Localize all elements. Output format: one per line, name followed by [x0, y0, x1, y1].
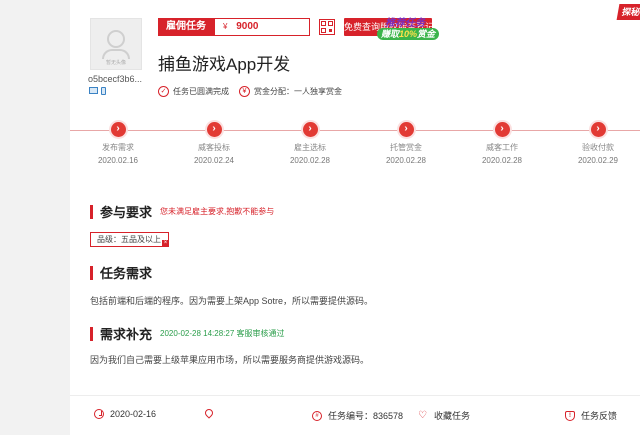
chevron-right-icon: ›	[398, 122, 414, 137]
avatar-caption: 暂无头像	[105, 60, 126, 66]
number-icon: #	[312, 410, 322, 421]
phone-icon	[101, 87, 106, 95]
timeline-step: › 验收付款 2020.02.29	[558, 122, 638, 165]
favorite-task-button[interactable]: ♡ 收藏任务	[418, 409, 470, 422]
promo-line-2: 赚取10%赏金	[377, 28, 440, 40]
timeline-step: › 托管赏金 2020.02.28	[366, 122, 446, 165]
section-marker	[90, 265, 93, 280]
step-label: 雇主选标	[294, 143, 326, 152]
step-date: 2020.02.29	[577, 156, 619, 165]
step-label: 威客工作	[486, 143, 518, 152]
participation-section-header: 参与要求 您未满足雇主要求,抱歉不能参与	[90, 202, 274, 221]
chevron-right-icon: ›	[494, 122, 510, 137]
location	[203, 407, 219, 419]
step-date: 2020.02.28	[481, 156, 523, 165]
chevron-right-icon: ›	[590, 122, 606, 137]
promo-highlight: 10%	[399, 29, 418, 39]
section-marker	[90, 326, 93, 341]
section-title: 任务需求	[100, 266, 153, 281]
avatar[interactable]: 暂无头像	[90, 18, 142, 70]
bounty-distribution: 赏金分配：一人独享赏金	[254, 87, 342, 96]
step-label: 验收付款	[582, 143, 614, 152]
requirements-section-header: 任务需求	[90, 263, 152, 282]
footer-divider	[70, 395, 640, 396]
section-title: 参与要求	[100, 205, 153, 220]
task-number: # 任务编号：836578	[312, 409, 403, 422]
shield-icon: !	[565, 410, 575, 421]
task-status: 任务已圆满完成	[173, 87, 229, 96]
timeline-step: › 威客工作 2020.02.28	[462, 122, 542, 165]
step-label: 发布需求	[102, 143, 134, 152]
task-number-text: 任务编号：836578	[328, 411, 404, 421]
heart-icon: ♡	[418, 409, 427, 421]
step-date: 2020.02.28	[385, 156, 427, 165]
recommend-task-promo[interactable]: 推荐任务 赚取10%赏金	[375, 12, 451, 42]
step-date: 2020.02.16	[97, 156, 139, 165]
check-icon: ✓	[158, 86, 169, 97]
task-type-badge: 雇佣任务	[158, 18, 214, 36]
avatar-head-icon	[107, 29, 125, 48]
section-title: 需求补充	[100, 327, 153, 342]
qr-code-icon[interactable]	[319, 19, 335, 35]
publish-date: 2020-02-16	[94, 409, 156, 419]
timeline-step: › 雇主选标 2020.02.28	[270, 122, 350, 165]
amount-value: 9000	[236, 21, 259, 32]
requirements-text: 包括前端和后端的程序。因为需要上架App Sotre，所以需要提供源码。	[90, 296, 374, 306]
supplement-text: 因为我们自己需要上级苹果应用市场，所以需要服务商提供游戏源码。	[90, 355, 370, 365]
user-name[interactable]: o5bcecf3b6...	[88, 74, 142, 84]
promo-prefix: 赚取	[381, 29, 400, 39]
yen-icon: ¥	[239, 86, 250, 97]
section-marker	[90, 204, 93, 219]
promo-suffix: 赏金	[417, 29, 436, 39]
task-title: 捕鱼游戏App开发	[158, 55, 291, 74]
supplement-section-header: 需求补充 2020-02-28 14:28:27 客服审核通过	[90, 324, 285, 343]
timeline-step: › 发布需求 2020.02.16	[78, 122, 158, 165]
favorite-task-label: 收藏任务	[434, 411, 471, 421]
task-feedback-button[interactable]: ! 任务反馈	[565, 409, 617, 422]
task-amount: ¥ 9000	[214, 18, 310, 36]
avatar-body-icon	[102, 48, 130, 59]
location-pin-icon	[203, 407, 215, 419]
chevron-right-icon: ›	[110, 122, 126, 137]
chevron-right-icon: ›	[206, 122, 222, 137]
clock-icon	[94, 409, 104, 419]
requirement-text: 品级：五品及以上	[97, 235, 161, 244]
promo-line-1: 推荐任务	[385, 18, 425, 29]
task-feedback-label: 任务反馈	[581, 411, 618, 421]
publish-date-text: 2020-02-16	[110, 409, 157, 419]
chevron-right-icon: ›	[302, 122, 318, 137]
participation-warning: 您未满足雇主要求,抱歉不能参与	[160, 207, 275, 216]
requirement-tag: 品级：五品及以上 ×	[90, 232, 169, 247]
step-date: 2020.02.28	[289, 156, 331, 165]
step-label: 托管赏金	[390, 143, 422, 152]
id-card-icon	[89, 87, 98, 94]
verification-icons	[89, 87, 106, 95]
review-status: 2020-02-28 14:28:27 客服审核通过	[160, 329, 285, 338]
explore-ribbon[interactable]: 探秘	[616, 4, 640, 20]
step-label: 威客投标	[198, 143, 230, 152]
currency-symbol: ¥	[223, 22, 228, 31]
timeline-step: › 威客投标 2020.02.24	[174, 122, 254, 165]
close-icon: ×	[162, 240, 169, 247]
task-detail-card: 暂无头像 o5bcecf3b6... 雇佣任务 ¥ 9000 免费查询版权能否登…	[70, 0, 640, 435]
task-meta: ✓ 任务已圆满完成 ¥ 赏金分配：一人独享赏金	[158, 86, 342, 97]
step-date: 2020.02.24	[193, 156, 235, 165]
